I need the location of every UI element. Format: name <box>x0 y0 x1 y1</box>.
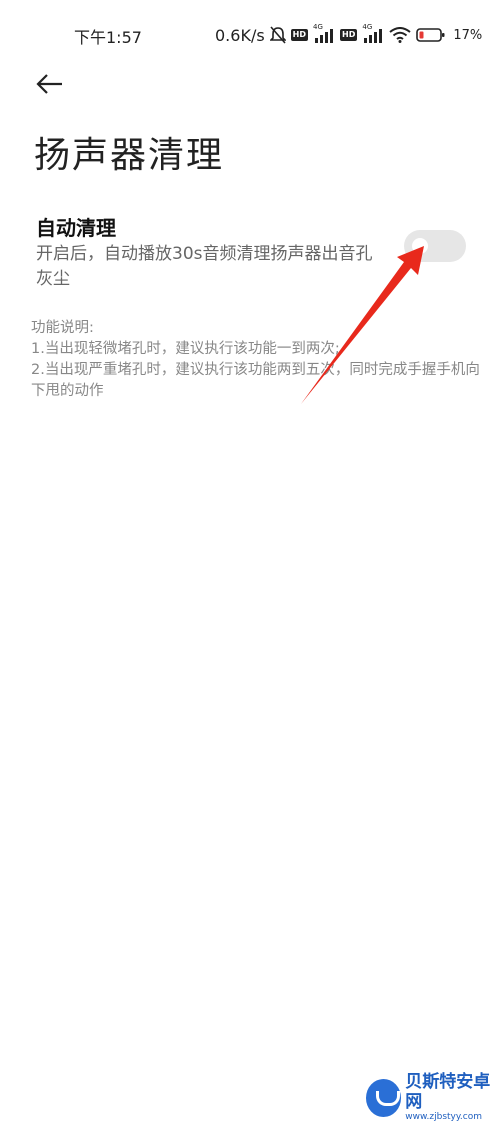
setting-title: 自动清理 <box>36 216 116 240</box>
watermark-name: 贝斯特安卓网 <box>405 1072 491 1112</box>
auto-clean-toggle[interactable] <box>404 230 466 262</box>
network-type: 4G <box>313 23 323 31</box>
back-arrow-icon <box>36 74 62 94</box>
signal-icon-2: 4G <box>362 23 384 43</box>
notes-line-2: 2.当出现严重堵孔时，建议执行该功能两到五次，同时完成手握手机向下甩的动作 <box>31 362 480 399</box>
toggle-knob <box>412 238 428 254</box>
back-button[interactable] <box>28 66 68 102</box>
page-title: 扬声器清理 <box>34 135 225 176</box>
hd-badge-2: HD <box>340 29 358 41</box>
notes-heading: 功能说明: <box>31 320 94 336</box>
setting-description: 开启后，自动播放30s音频清理扬声器出音孔灰尘 <box>36 244 373 289</box>
auto-clean-setting[interactable]: 自动清理 开启后，自动播放30s音频清理扬声器出音孔灰尘 <box>0 200 500 300</box>
status-time: 下午1:57 <box>74 28 142 47</box>
wifi-icon <box>389 27 411 43</box>
battery-icon <box>416 27 446 43</box>
watermark-url: www.zjbstyy.com <box>405 1112 483 1122</box>
status-bar: 下午1:57 0.6K/s HD 4G HD 4G 17% <box>0 0 500 70</box>
status-icons: 0.6K/s HD 4G HD 4G 17% <box>215 23 483 46</box>
notes-line-1: 1.当出现轻微堵孔时，建议执行该功能一到两次; <box>31 341 340 357</box>
battery-percent: 17% <box>453 27 483 43</box>
feature-notes: 功能说明: 1.当出现轻微堵孔时，建议执行该功能一到两次; 2.当出现严重堵孔时… <box>31 318 481 402</box>
watermark: 贝斯特安卓网 www.zjbstyy.com <box>366 1072 500 1123</box>
network-speed: 0.6K/s <box>215 25 265 45</box>
hd-badge: HD <box>290 29 309 41</box>
network-type-2: 4G <box>362 23 373 31</box>
mute-icon <box>269 26 286 44</box>
signal-icon: 4G <box>313 23 335 43</box>
